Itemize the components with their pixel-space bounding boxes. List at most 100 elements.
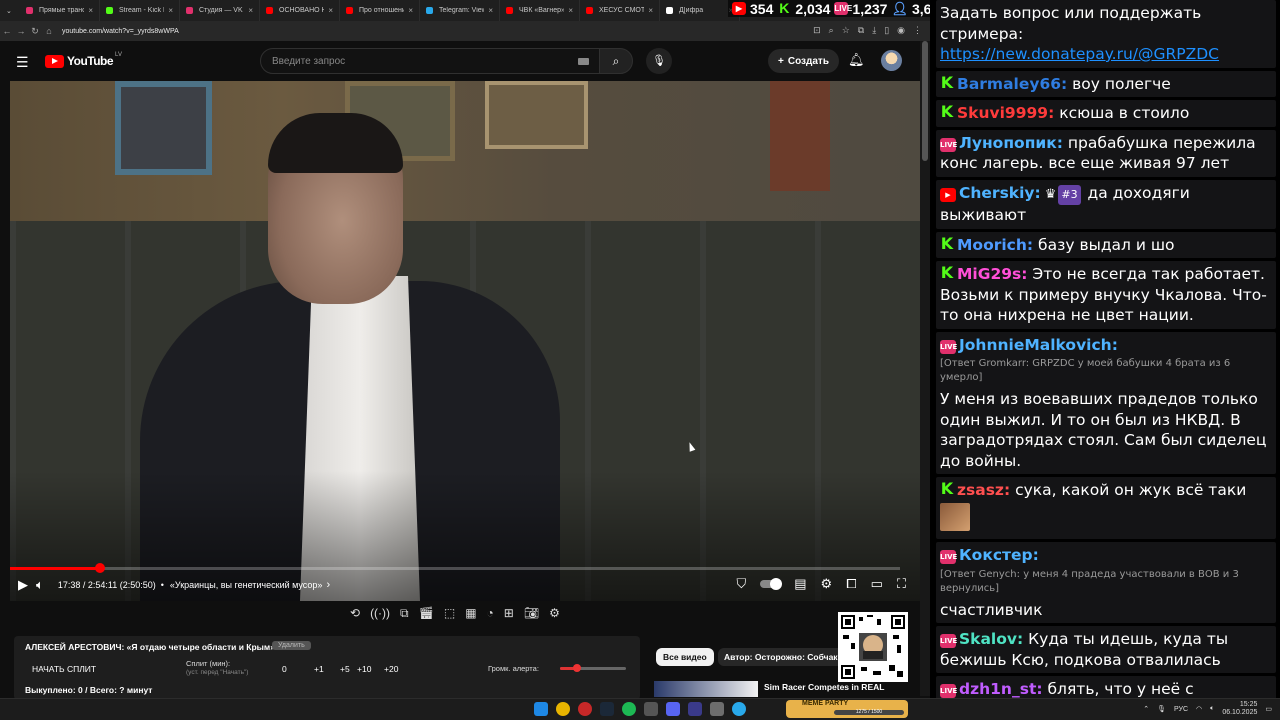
clapper-icon[interactable]: 🎬︎: [419, 606, 434, 621]
forward-icon[interactable]: →: [14, 26, 28, 36]
film-icon[interactable]: ▦: [465, 606, 476, 621]
chat-username[interactable]: dzh1n_st:: [959, 680, 1043, 698]
back-icon[interactable]: ←: [0, 26, 14, 36]
recommended-thumbnail[interactable]: [654, 681, 758, 697]
close-icon[interactable]: ×: [488, 6, 493, 15]
install-icon[interactable]: ⊡: [813, 25, 821, 36]
split-add-1-button[interactable]: +1: [314, 664, 324, 674]
star-icon[interactable]: ☆: [842, 25, 850, 36]
profile-icon[interactable]: ◉: [897, 25, 905, 36]
chat-username[interactable]: Кокстер:: [959, 546, 1039, 564]
crop-icon[interactable]: ⬚: [444, 606, 455, 621]
close-icon[interactable]: ×: [168, 6, 173, 15]
close-icon[interactable]: ×: [248, 6, 253, 15]
progress-bar[interactable]: [10, 563, 900, 573]
chat-username[interactable]: Skalov:: [959, 630, 1023, 648]
browser-tab[interactable]: Stream - Kick Da ×: [100, 0, 180, 21]
chat-username[interactable]: Barmaley66:: [957, 75, 1067, 93]
search-input[interactable]: Введите запрос: [260, 48, 600, 74]
browser-tab[interactable]: Telegram: View ×: [420, 0, 500, 21]
start-split-button[interactable]: НАЧАТЬ СПЛИТ: [32, 664, 96, 674]
mic-icon[interactable]: 🎙︎: [1157, 705, 1166, 713]
autoplay-toggle[interactable]: [760, 578, 783, 590]
fullscreen-icon[interactable]: ⛶: [897, 576, 906, 592]
app-icon[interactable]: [710, 702, 724, 716]
chapter-title[interactable]: «Украинцы, вы генетический мусор»: [170, 580, 323, 590]
speaker-icon[interactable]: 🔈︎: [1210, 705, 1214, 713]
wifi-icon[interactable]: ◠: [1196, 705, 1202, 713]
sidebar-icon[interactable]: ▯: [884, 25, 889, 36]
chevron-up-icon[interactable]: ⌃: [1143, 705, 1149, 713]
volume-icon[interactable]: 🔈︎: [36, 577, 44, 593]
play-icon[interactable]: ▶: [18, 577, 28, 593]
clock[interactable]: 15:25 06.10.2025: [1222, 701, 1257, 717]
voice-search-button[interactable]: 🎙︎: [646, 48, 672, 74]
close-icon[interactable]: ×: [568, 6, 573, 15]
gear-icon[interactable]: ⚙: [821, 576, 833, 592]
subtitles-icon[interactable]: ▤: [794, 576, 806, 592]
downloads-icon[interactable]: ⤓: [872, 25, 876, 36]
close-icon[interactable]: ×: [648, 6, 653, 15]
chat-username[interactable]: zsasz:: [957, 481, 1010, 499]
scroll-thumb[interactable]: [922, 41, 928, 161]
spotify-icon[interactable]: [622, 702, 636, 716]
chevron-right-icon[interactable]: ›: [326, 579, 330, 591]
camera-icon[interactable]: 📷︎: [524, 606, 539, 621]
zoom-icon[interactable]: ⌕: [829, 25, 834, 36]
video-player[interactable]: [10, 81, 920, 601]
alert-volume-knob[interactable]: [572, 664, 581, 672]
close-icon[interactable]: ×: [88, 6, 93, 15]
gear-icon[interactable]: ⚙: [549, 606, 560, 621]
media-player-icon[interactable]: [688, 702, 702, 716]
screen-icon[interactable]: ⧉: [400, 606, 409, 621]
telegram-icon[interactable]: [732, 702, 746, 716]
add-icon[interactable]: ⊞: [504, 606, 514, 621]
discord-icon[interactable]: [666, 702, 680, 716]
miniplayer-icon[interactable]: ⧠: [846, 576, 856, 592]
browser-tab[interactable]: Студия — VK В ×: [180, 0, 260, 21]
donate-link[interactable]: https://new.donatepay.ru/@GRPZDC: [940, 45, 1219, 63]
delete-button[interactable]: Удалить: [272, 641, 311, 650]
close-icon[interactable]: ×: [328, 6, 333, 15]
extensions-icon[interactable]: ⧉: [858, 25, 864, 36]
theater-icon[interactable]: ▭: [871, 576, 883, 592]
opera-icon[interactable]: [578, 702, 592, 716]
loop-icon[interactable]: ⟲: [350, 606, 360, 621]
menu-icon[interactable]: ⋮: [913, 25, 922, 36]
tab-menu[interactable]: ⌄: [0, 0, 20, 21]
chip-all-videos[interactable]: Все видео: [656, 648, 714, 666]
split-add-10-button[interactable]: +10: [357, 664, 371, 674]
notification-icon[interactable]: ▭: [1265, 705, 1272, 713]
chat-username[interactable]: JohnnieMalkovich:: [959, 336, 1118, 354]
browser-tab[interactable]: ХЕСУС СМОТРИ ×: [580, 0, 660, 21]
keyboard-icon[interactable]: [578, 58, 589, 65]
chat-username[interactable]: Moorich:: [957, 236, 1033, 254]
create-button[interactable]: + Создать: [768, 49, 839, 73]
chat-username[interactable]: Skuvi9999:: [957, 104, 1054, 122]
chrome-icon[interactable]: [556, 702, 570, 716]
chip-author[interactable]: Автор: Осторожно: Собчак: [718, 648, 844, 666]
avatar[interactable]: [881, 50, 902, 71]
youtube-logo[interactable]: YouTube LV: [45, 52, 122, 68]
steam-icon[interactable]: [600, 702, 614, 716]
reload-icon[interactable]: ↻: [28, 26, 42, 37]
split-add-20-button[interactable]: +20: [384, 664, 398, 674]
recommended-title[interactable]: Sim Racer Competes in REAL: [764, 682, 884, 692]
obs-icon[interactable]: [644, 702, 658, 716]
menu-icon[interactable]: ☰: [16, 54, 29, 71]
browser-tab[interactable]: ЧВК «Вагнер» | ×: [500, 0, 580, 21]
url-field[interactable]: youtube.com/watch?v=_yyrds8wWPA: [62, 28, 179, 35]
chat-username[interactable]: MiG29s:: [957, 265, 1027, 283]
close-icon[interactable]: ×: [408, 6, 413, 15]
browser-tab[interactable]: ОСНОВАНО НА ×: [260, 0, 340, 21]
home-icon[interactable]: ⌂: [42, 26, 56, 36]
alert-volume-slider[interactable]: [560, 664, 626, 672]
chat-username[interactable]: Лунопопик:: [959, 134, 1063, 152]
browser-tab[interactable]: Прямые трансл ×: [20, 0, 100, 21]
scrollbar[interactable]: [920, 41, 930, 696]
split-add-5-button[interactable]: +5: [340, 664, 350, 674]
bell-icon[interactable]: 🔔︎: [848, 52, 865, 68]
chat-username[interactable]: Cherskiy:: [959, 184, 1041, 202]
speed-icon[interactable]: ◔: [487, 606, 494, 621]
lang-indicator[interactable]: РУС: [1174, 706, 1188, 713]
